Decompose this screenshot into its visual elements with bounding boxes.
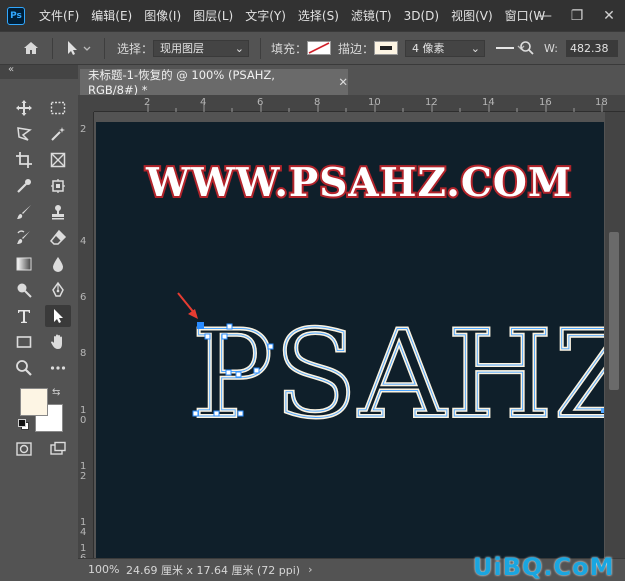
ruler-left-label: 4 [80,236,87,247]
window-controls: — ❐ ✕ [529,0,625,31]
path-selection-tool-icon[interactable] [45,305,71,327]
menu-view[interactable]: 视图(V) [445,7,499,24]
path-selection-tool-preset-icon[interactable] [64,32,92,64]
menu-image[interactable]: 图像(I) [138,7,187,24]
width-label: W: [544,41,558,55]
menu-type[interactable]: 文字(Y) [239,7,292,24]
chevron-down-icon: ⌄ [470,41,480,55]
zoom-tool-icon[interactable] [11,357,37,379]
rectangle-tool-icon[interactable] [11,331,37,353]
tools-panel-header[interactable]: « [0,64,78,79]
history-brush-tool-icon[interactable] [11,227,37,249]
close-icon[interactable]: ✕ [593,8,625,24]
ruler-top-label: 18 [595,97,608,108]
menu-edit[interactable]: 编辑(E) [85,7,138,24]
minimize-icon[interactable]: — [529,8,561,24]
screen-mode-icon[interactable] [45,438,71,460]
stroke-label: 描边： [338,41,375,56]
select-dropdown-value: 现用图层 [160,42,204,55]
document-info[interactable]: 24.69 厘米 x 17.64 厘米 (72 ppi) [126,562,300,578]
ruler-left-label: 1 4 [80,517,87,538]
photoshop-logo-icon[interactable]: Ps [7,6,25,25]
ruler-left-label: 1 2 [80,461,87,482]
path-handle [601,408,604,413]
vertical-scrollbar-thumb[interactable] [609,232,619,390]
fill-label: 填充： [271,41,308,56]
vertical-scrollbar[interactable] [605,112,625,558]
document-canvas[interactable]: WWW.PSAHZ.COM PSAHZ PSAHZ [96,122,604,558]
ruler-top-label: 10 [368,97,381,108]
document-tab-bar: 未标题-1-恢复的 @ 100% (PSAHZ, RGB/8#) * ✕ [78,65,625,97]
ruler-left-label: 6 [80,292,87,303]
ruler-left-label: 2 [80,124,87,135]
magic-wand-tool-icon[interactable] [45,123,71,145]
spot-healing-tool-icon[interactable] [45,175,71,197]
foreground-color-swatch[interactable] [20,388,48,416]
menu-select[interactable]: 选择(S) [292,7,345,24]
marquee-tool-icon[interactable] [45,97,71,119]
ruler-origin[interactable] [78,95,94,112]
headline-text[interactable]: WWW.PSAHZ.COM [143,158,573,208]
vertical-ruler[interactable]: 2 4 6 8 1 0 1 2 1 4 1 6 [78,112,94,564]
select-label: 选择： [117,41,154,56]
selected-anchor-point[interactable] [197,322,204,329]
ruler-top-label: 4 [200,97,207,108]
collapse-chevron-icon[interactable]: « [8,64,14,75]
blur-tool-icon[interactable] [45,253,71,275]
eyedropper-tool-icon[interactable] [11,175,37,197]
zoom-level[interactable]: 100% [88,563,126,576]
dodge-tool-icon[interactable] [11,279,37,301]
eraser-tool-icon[interactable] [45,227,71,249]
ruler-top-label: 2 [144,97,151,108]
menu-3d[interactable]: 3D(D) [398,9,445,23]
lasso-tool-icon[interactable] [11,123,37,145]
options-bar: 选择： 现用图层 ⌄ 填充： 描边： 4 像素 ⌄ W: 482.38 [0,31,625,65]
gradient-tool-icon[interactable] [11,253,37,275]
swap-colors-icon[interactable]: ⇆ [52,387,60,398]
default-colors-icon[interactable] [18,419,29,430]
quick-mask-icon[interactable] [11,438,37,460]
crop-tool-icon[interactable] [11,149,37,171]
width-input-value: 482.38 [570,41,609,55]
home-icon[interactable] [22,32,40,64]
watermark-logo: UiBQ.CoM [473,553,615,581]
stroke-width-dropdown[interactable]: 4 像素 ⌄ [405,39,485,57]
ruler-top-label: 16 [539,97,552,108]
close-tab-icon[interactable]: ✕ [338,75,348,89]
search-icon[interactable] [519,32,535,64]
pen-tool-icon[interactable] [45,279,71,301]
fill-swatch[interactable] [307,32,331,64]
ruler-left-label: 1 0 [80,405,87,426]
clone-stamp-tool-icon[interactable] [45,201,71,223]
ruler-left-label: 8 [80,348,87,359]
stroke-swatch[interactable] [374,32,398,64]
menu-filter[interactable]: 滤镜(T) [345,7,398,24]
document-tab-title: 未标题-1-恢复的 @ 100% (PSAHZ, RGB/8#) * [88,68,275,97]
frame-tool-icon[interactable] [45,149,71,171]
stroke-width-value: 4 像素 [412,42,445,55]
type-tool-icon[interactable] [11,305,37,327]
tools-panel: « ⇆ [0,64,78,580]
ruler-top-label: 6 [257,97,264,108]
more-tools-icon[interactable] [45,357,71,379]
main-text-path: PSAHZ [192,306,604,445]
width-input[interactable]: 482.38 [566,39,618,57]
restore-icon[interactable]: ❐ [561,8,593,24]
status-menu-arrow-icon[interactable]: › [308,563,312,576]
ruler-top-label: 8 [314,97,321,108]
menu-bar: Ps 文件(F) 编辑(E) 图像(I) 图层(L) 文字(Y) 选择(S) 滤… [0,0,625,31]
document-tab[interactable]: 未标题-1-恢复的 @ 100% (PSAHZ, RGB/8#) * ✕ [80,68,348,97]
select-dropdown[interactable]: 现用图层 ⌄ [153,39,249,57]
move-tool-icon[interactable] [11,97,37,119]
horizontal-ruler[interactable]: 2 4 6 8 10 12 14 16 18 [94,95,625,112]
brush-tool-icon[interactable] [11,201,37,223]
menu-layer[interactable]: 图层(L) [187,7,239,24]
ruler-top-label: 14 [482,97,495,108]
ruler-top-label: 12 [425,97,438,108]
menu-file[interactable]: 文件(F) [33,7,85,24]
hand-tool-icon[interactable] [45,331,71,353]
chevron-down-icon: ⌄ [234,41,244,55]
